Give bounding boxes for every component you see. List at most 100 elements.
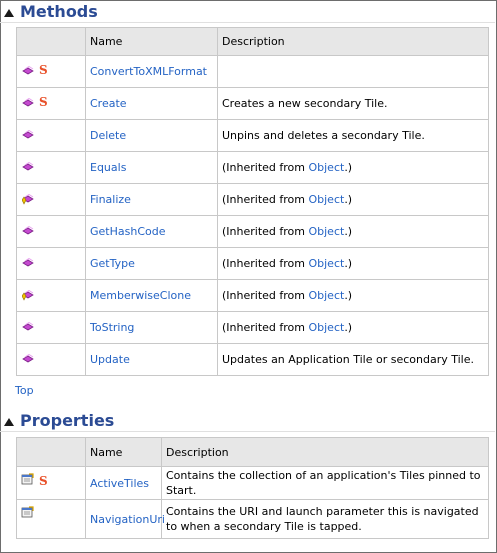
method-icon-cell: S [16, 55, 86, 88]
method-row: S Create Creates a new secondary Tile. [16, 87, 489, 120]
method-name-link[interactable]: MemberwiseClone [90, 289, 191, 302]
method-name-link[interactable]: Update [90, 353, 130, 366]
methods-header-row: Name Description [16, 27, 489, 56]
property-name-link[interactable]: NavigationUri [90, 513, 165, 526]
public-method-icon [22, 353, 36, 368]
method-name-cell: Create [85, 87, 218, 120]
method-row: S ConvertToXMLFormat [16, 55, 489, 88]
methods-section-header[interactable]: Methods [4, 0, 98, 22]
method-description: Unpins and deletes a secondary Tile. [222, 129, 425, 142]
object-link[interactable]: Object [308, 321, 344, 334]
public-method-icon [22, 97, 36, 112]
object-link[interactable]: Object [308, 225, 344, 238]
method-icon-cell [16, 343, 86, 376]
method-row: Finalize (Inherited from Object.) [16, 183, 489, 216]
properties-icon-header [16, 437, 86, 467]
method-name-link[interactable]: Delete [90, 129, 126, 142]
method-row: Equals (Inherited from Object.) [16, 151, 489, 184]
method-description-cell: (Inherited from Object.) [217, 247, 489, 280]
method-name-link[interactable]: Finalize [90, 193, 131, 206]
static-icon: S [39, 95, 48, 109]
object-link[interactable]: Object [308, 193, 344, 206]
properties-section-header[interactable]: Properties [4, 409, 114, 431]
property-name-cell: ActiveTiles [85, 466, 162, 500]
properties-description-header: Description [161, 437, 489, 467]
protected-method-icon [21, 289, 36, 304]
method-description-cell: (Inherited from Object.) [217, 215, 489, 248]
methods-table: Name Description S ConvertToXMLFormat S Cre… [16, 27, 489, 376]
public-method-icon [22, 321, 36, 336]
method-description-cell: (Inherited from Object.) [217, 311, 489, 344]
public-method-icon [22, 129, 36, 144]
method-description: (Inherited from [222, 321, 309, 334]
property-description-cell: Contains the collection of an applicatio… [161, 466, 489, 500]
object-link[interactable]: Object [308, 257, 344, 270]
collapse-triangle-icon[interactable] [4, 418, 14, 426]
method-icon-cell [16, 119, 86, 152]
method-name-link[interactable]: ToString [90, 321, 134, 334]
method-description-cell: (Inherited from Object.) [217, 151, 489, 184]
property-row: S ActiveTiles Contains the collection of a… [16, 466, 489, 500]
property-icon-cell [16, 499, 86, 539]
method-name-cell: ToString [85, 311, 218, 344]
properties-header-row: Name Description [16, 437, 489, 467]
method-icon-cell [16, 247, 86, 280]
property-row: NavigationUri Contains the URI and launch… [16, 499, 489, 539]
method-icon-cell [16, 279, 86, 312]
object-link[interactable]: Object [308, 289, 344, 302]
object-link[interactable]: Object [308, 161, 344, 174]
static-icon: S [39, 63, 48, 77]
method-description: Creates a new secondary Tile. [222, 97, 388, 110]
public-property-icon [21, 506, 35, 522]
property-description: Contains the URI and launch parameter th… [166, 505, 479, 533]
methods-name-header: Name [85, 27, 218, 56]
method-row: GetHashCode (Inherited from Object.) [16, 215, 489, 248]
method-icon-cell [16, 183, 86, 216]
property-description-cell: Contains the URI and launch parameter th… [161, 499, 489, 539]
properties-table: Name Description S ActiveTiles Contains th… [16, 437, 489, 539]
method-name-link[interactable]: Equals [90, 161, 126, 174]
method-name-cell: Update [85, 343, 218, 376]
methods-description-header: Description [217, 27, 489, 56]
public-property-icon [21, 473, 35, 489]
method-description: (Inherited from [222, 193, 309, 206]
public-method-icon [22, 161, 36, 176]
method-name-link[interactable]: Create [90, 97, 127, 110]
method-name-cell: GetHashCode [85, 215, 218, 248]
method-description: (Inherited from [222, 225, 309, 238]
method-row: ToString (Inherited from Object.) [16, 311, 489, 344]
method-description-cell: (Inherited from Object.) [217, 279, 489, 312]
collapse-triangle-icon[interactable] [4, 9, 14, 17]
method-description-suffix: .) [344, 161, 353, 174]
methods-divider [0, 22, 495, 23]
method-description-suffix: .) [344, 257, 353, 270]
method-description-cell: (Inherited from Object.) [217, 183, 489, 216]
method-description-cell: Updates an Application Tile or secondary… [217, 343, 489, 376]
public-method-icon [22, 257, 36, 272]
top-link[interactable]: Top [15, 384, 34, 397]
method-name-cell: Delete [85, 119, 218, 152]
method-description-cell [217, 55, 489, 88]
method-name-cell: ConvertToXMLFormat [85, 55, 218, 88]
method-description: (Inherited from [222, 289, 309, 302]
method-description-suffix: .) [344, 225, 353, 238]
method-description-cell: Creates a new secondary Tile. [217, 87, 489, 120]
property-name-link[interactable]: ActiveTiles [90, 477, 149, 490]
method-description-suffix: .) [344, 321, 353, 334]
method-name-link[interactable]: ConvertToXMLFormat [90, 65, 207, 78]
property-icon-cell: S [16, 466, 86, 500]
method-description: (Inherited from [222, 161, 309, 174]
methods-title: Methods [20, 1, 98, 21]
property-description: Contains the collection of an applicatio… [166, 469, 481, 497]
method-row: MemberwiseClone (Inherited from Object.) [16, 279, 489, 312]
method-name-link[interactable]: GetType [90, 257, 135, 270]
method-icon-cell: S [16, 87, 86, 120]
properties-divider [0, 431, 495, 432]
method-icon-cell [16, 311, 86, 344]
method-description: Updates an Application Tile or secondary… [222, 353, 474, 366]
method-row: Update Updates an Application Tile or sec… [16, 343, 489, 376]
method-name-link[interactable]: GetHashCode [90, 225, 165, 238]
properties-name-header: Name [85, 437, 162, 467]
method-icon-cell [16, 215, 86, 248]
method-name-cell: MemberwiseClone [85, 279, 218, 312]
